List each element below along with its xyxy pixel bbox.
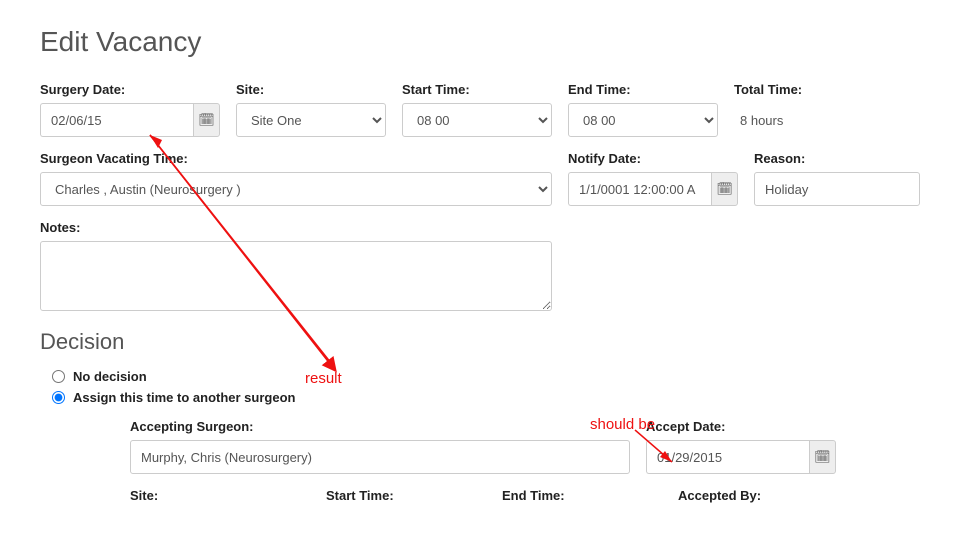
surgeon-vacating-label: Surgeon Vacating Time: <box>40 151 552 166</box>
total-time-label: Total Time: <box>734 82 874 97</box>
site-select[interactable]: Site One <box>236 103 386 137</box>
sub-accepted-by-label: Accepted By: <box>678 488 920 503</box>
surgeon-vacating-select[interactable]: Charles , Austin (Neurosurgery ) <box>40 172 552 206</box>
notes-textarea[interactable] <box>40 241 552 311</box>
row-accepting: Accepting Surgeon: Accept Date: 🗓 <box>130 419 920 474</box>
decision-heading: Decision <box>40 329 920 355</box>
decision-assign-label: Assign this time to another surgeon <box>73 390 295 405</box>
decision-no-radio[interactable] <box>52 370 65 383</box>
reason-label: Reason: <box>754 151 920 166</box>
notify-date-input[interactable] <box>568 172 711 206</box>
accepting-surgeon-label: Accepting Surgeon: <box>130 419 630 434</box>
sub-end-label: End Time: <box>502 488 662 503</box>
surgery-date-input[interactable] <box>40 103 193 137</box>
calendar-icon[interactable]: 🗓 <box>193 103 220 137</box>
accept-date-label: Accept Date: <box>646 419 836 434</box>
end-time-label: End Time: <box>568 82 718 97</box>
row-surgery-date: Surgery Date: 🗓 Site: Site One Start Tim… <box>40 82 920 137</box>
decision-assign-row[interactable]: Assign this time to another surgeon <box>52 390 920 405</box>
site-label: Site: <box>236 82 386 97</box>
total-time-value: 8 hours <box>734 103 874 137</box>
page-title: Edit Vacancy <box>40 26 920 58</box>
decision-assign-radio[interactable] <box>52 391 65 404</box>
calendar-icon[interactable]: 🗓 <box>809 440 836 474</box>
surgery-date-label: Surgery Date: <box>40 82 220 97</box>
end-time-select[interactable]: 08 00 <box>568 103 718 137</box>
start-time-label: Start Time: <box>402 82 552 97</box>
calendar-icon[interactable]: 🗓 <box>711 172 738 206</box>
accepting-surgeon-input[interactable] <box>130 440 630 474</box>
sub-start-label: Start Time: <box>326 488 486 503</box>
sub-site-label: Site: <box>130 488 310 503</box>
notes-label: Notes: <box>40 220 552 235</box>
decision-no-row[interactable]: No decision <box>52 369 920 384</box>
row-surgeon: Surgeon Vacating Time: Charles , Austin … <box>40 151 920 206</box>
row-sub-labels: Site: Start Time: End Time: Accepted By: <box>130 488 920 509</box>
decision-no-label: No decision <box>73 369 147 384</box>
notify-date-label: Notify Date: <box>568 151 738 166</box>
accept-date-input[interactable] <box>646 440 809 474</box>
reason-input[interactable] <box>754 172 920 206</box>
row-notes: Notes: <box>40 220 920 311</box>
start-time-select[interactable]: 08 00 <box>402 103 552 137</box>
